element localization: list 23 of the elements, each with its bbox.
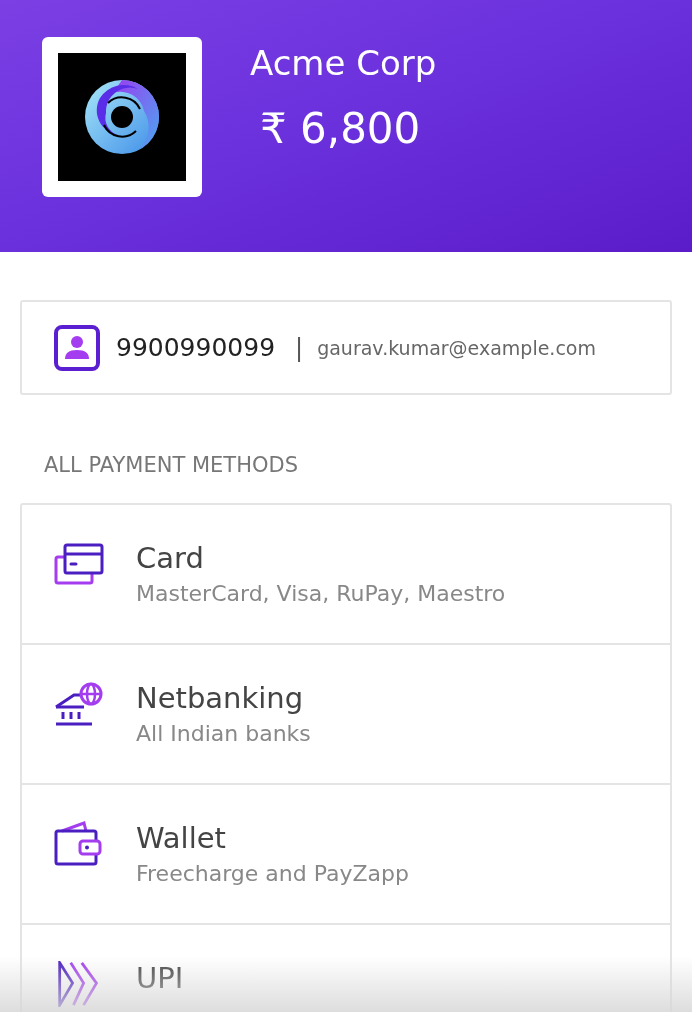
- separator: |: [295, 333, 304, 362]
- wallet-icon: [54, 821, 104, 867]
- method-title: UPI: [136, 960, 184, 997]
- bank-globe-icon: [54, 681, 104, 727]
- method-title: Card: [136, 540, 205, 577]
- payment-method-row[interactable]: Card MasterCard, Visa, RuPay, Maestro: [22, 505, 670, 645]
- method-subtitle: Freecharge and PayZapp: [136, 861, 409, 886]
- card-icon: [54, 541, 104, 587]
- amount: ₹ 6,800: [260, 103, 422, 155]
- payment-method-row[interactable]: UPI: [22, 925, 670, 1012]
- email: gaurav.kumar@example.com: [317, 336, 596, 359]
- method-title: Wallet: [136, 820, 227, 857]
- swirl-logo-icon: [58, 53, 186, 181]
- payment-method-row[interactable]: Netbanking All Indian banks: [22, 645, 670, 785]
- method-subtitle: All Indian banks: [136, 721, 311, 746]
- method-title: Netbanking: [136, 680, 305, 717]
- payment-method-row[interactable]: Wallet Freecharge and PayZapp: [22, 785, 670, 925]
- merchant-name: Acme Corp: [250, 42, 437, 85]
- contact-card[interactable]: 9900990099 | gaurav.kumar@example.com: [20, 300, 672, 395]
- phone-number: 9900990099: [116, 333, 276, 362]
- section-title: ALL PAYMENT METHODS: [44, 453, 299, 477]
- method-subtitle: MasterCard, Visa, RuPay, Maestro: [136, 581, 506, 606]
- user-icon: [54, 324, 100, 371]
